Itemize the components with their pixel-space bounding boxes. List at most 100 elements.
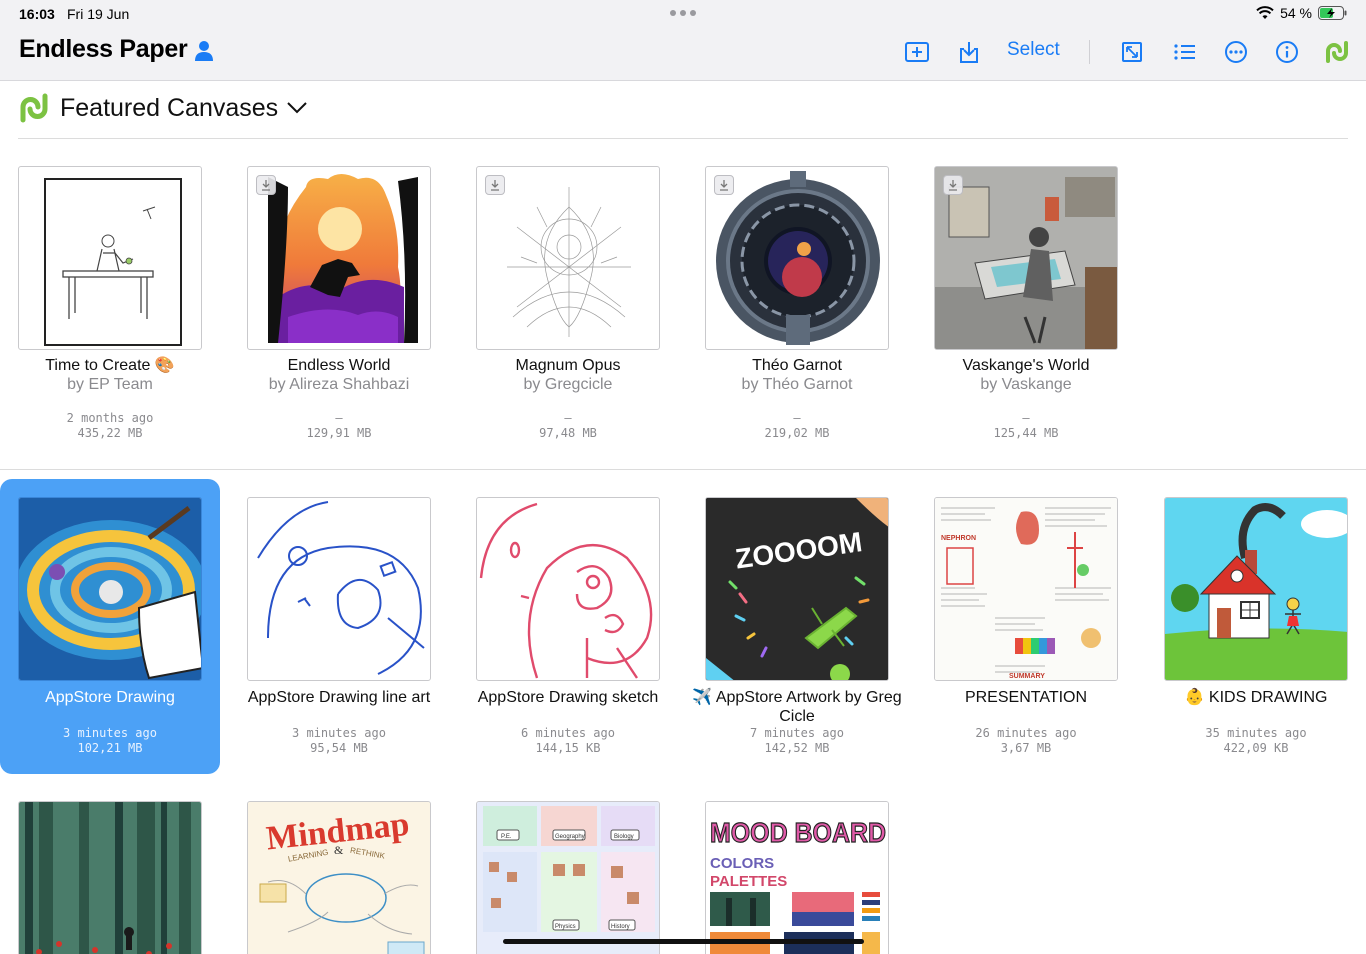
canvas-size: 97,48 MB [539, 426, 597, 440]
section-title: Featured Canvases [60, 93, 279, 122]
list-icon [1174, 44, 1195, 60]
status-date: Fri 19 Jun [67, 6, 130, 22]
section-selector[interactable]: Featured Canvases [18, 90, 308, 126]
featured-canvas-card[interactable]: Magnum Opus by Gregcicle – 97,48 MB [458, 157, 678, 457]
canvas-title: AppStore Drawing [45, 689, 175, 706]
more-button[interactable] [1221, 37, 1251, 67]
battery-percent: 54 % [1280, 5, 1312, 21]
featured-canvas-card[interactable]: Théo Garnot by Théo Garnot – 219,02 MB [687, 157, 907, 457]
colors-text: COLORS [710, 855, 774, 872]
canvas-title: ✈️ AppStore Artwork by Greg Cicle [692, 689, 902, 725]
endless-logo-icon [20, 93, 48, 123]
canvas-thumbnail [247, 166, 431, 350]
canvas-modified: – [335, 411, 343, 425]
featured-canvas-card[interactable]: Vaskange's World by Vaskange – 125,44 MB [916, 157, 1136, 457]
battery-charging-icon [1318, 6, 1347, 20]
navigation-bar: Endless Paper Select [0, 26, 1366, 81]
canvas-modified: – [564, 411, 572, 425]
canvas-card-selected[interactable]: AppStore Drawing 3 minutes ago 102,21 MB [0, 479, 220, 774]
download-badge[interactable] [714, 175, 734, 195]
info-button[interactable] [1272, 37, 1302, 67]
profile-icon[interactable] [194, 40, 214, 62]
canvas-title: AppStore Drawing line art [247, 689, 431, 706]
canvas-card[interactable]: Mindmap LEARNING & RETHINK [229, 792, 449, 954]
home-indicator[interactable] [503, 939, 864, 944]
nephron-label: NEPHRON [941, 535, 976, 542]
canvas-author: by Théo Garnot [741, 376, 853, 393]
section-divider [18, 138, 1348, 139]
canvas-title: Endless World [287, 357, 391, 374]
canvas-thumbnail [18, 497, 202, 681]
canvas-modified: 3 minutes ago [292, 726, 386, 740]
canvas-modified: 3 minutes ago [63, 726, 157, 740]
canvas-card[interactable]: NEPHRON SUMMARY PRESENTATION 26 minutes … [916, 479, 1136, 774]
canvas-modified: 26 minutes ago [975, 726, 1077, 740]
download-icon [262, 180, 270, 191]
add-canvas-button[interactable] [902, 37, 932, 67]
app-title: Endless Paper [19, 35, 188, 63]
canvas-size: 219,02 MB [764, 426, 830, 440]
canvas-size: 144,15 KB [535, 741, 601, 755]
download-badge[interactable] [485, 175, 505, 195]
canvas-author: by Vaskange [980, 376, 1072, 393]
canvas-thumbnail [705, 166, 889, 350]
canvas-thumbnail: MOOD BOARD COLORS PALETTES [705, 801, 889, 954]
link-button[interactable] [1322, 37, 1352, 67]
wifi-icon [1256, 6, 1274, 19]
canvas-modified: 6 minutes ago [521, 726, 615, 740]
more-icon [1225, 41, 1247, 63]
canvas-card[interactable]: P.E. Geography Biology Physics History [458, 792, 678, 954]
palettes-text: PALETTES [710, 873, 787, 890]
canvas-size: 422,09 KB [1223, 741, 1289, 755]
canvas-card[interactable]: AppStore Drawing sketch 6 minutes ago 14… [458, 479, 678, 774]
canvas-modified: 2 months ago [66, 411, 154, 425]
canvas-card[interactable]: ZOOOOM ✈️ AppStore Artwork by Greg Cicle… [687, 479, 907, 774]
download-icon [720, 180, 728, 191]
canvas-thumbnail: NEPHRON SUMMARY [934, 497, 1118, 681]
canvas-modified: – [793, 411, 801, 425]
canvas-thumbnail: P.E. Geography Biology Physics History [476, 801, 660, 954]
canvas-size: 95,54 MB [310, 741, 368, 755]
chevron-down-icon [287, 102, 307, 114]
canvas-card[interactable] [0, 792, 220, 954]
featured-canvas-card[interactable]: Time to Create 🎨 by EP Team 2 months ago… [0, 157, 220, 457]
biology-tag: Biology [614, 834, 634, 840]
canvas-modified: – [1022, 411, 1030, 425]
canvas-card[interactable]: MOOD BOARD COLORS PALETTES [687, 792, 907, 954]
status-time: 16:03 [19, 6, 55, 22]
canvas-size: 129,91 MB [306, 426, 372, 440]
canvas-title: Vaskange's World [962, 357, 1090, 374]
download-badge[interactable] [943, 175, 963, 195]
canvas-thumbnail [1164, 497, 1348, 681]
canvas-modified: 35 minutes ago [1205, 726, 1307, 740]
canvas-size: 142,52 MB [764, 741, 830, 755]
canvas-size: 435,22 MB [77, 426, 143, 440]
list-view-button[interactable] [1170, 37, 1200, 67]
canvas-thumbnail [476, 497, 660, 681]
canvas-card[interactable]: AppStore Drawing line art 3 minutes ago … [229, 479, 449, 774]
summary-label: SUMMARY [1009, 673, 1045, 680]
canvas-title: AppStore Drawing sketch [477, 689, 659, 706]
canvas-author: by Alireza Shahbazi [268, 376, 410, 393]
add-canvas-icon [905, 42, 929, 62]
ampersand-text: & [334, 843, 344, 857]
canvas-thumbnail [18, 801, 202, 954]
mood-board-text: MOOD BOARD [710, 817, 886, 848]
download-badge[interactable] [256, 175, 276, 195]
history-tag: History [611, 924, 630, 930]
canvas-thumbnail: Mindmap LEARNING & RETHINK [247, 801, 431, 954]
select-button[interactable]: Select [1007, 39, 1060, 61]
fullscreen-button[interactable] [1117, 37, 1147, 67]
canvas-thumbnail [476, 166, 660, 350]
featured-canvas-card[interactable]: Endless World by Alireza Shahbazi – 129,… [229, 157, 449, 457]
canvas-title: Time to Create 🎨 [45, 357, 175, 374]
canvas-card[interactable]: 👶 KIDS DRAWING 35 minutes ago 422,09 KB [1146, 479, 1366, 774]
import-button[interactable] [954, 37, 984, 67]
status-right: 54 % [1256, 5, 1348, 21]
import-icon [960, 42, 978, 63]
canvas-title: 👶 KIDS DRAWING [1184, 689, 1328, 706]
canvas-size: 3,67 MB [1000, 741, 1052, 755]
canvas-size: 125,44 MB [993, 426, 1059, 440]
multitasking-dots[interactable] [670, 10, 696, 16]
download-icon [949, 180, 957, 191]
